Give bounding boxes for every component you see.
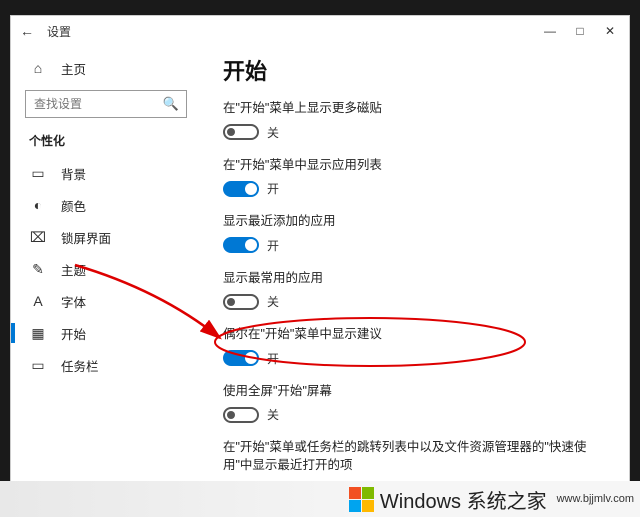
toggle-state: 开 <box>267 180 279 197</box>
toggle-state: 关 <box>267 293 279 310</box>
option-label: 偶尔在"开始"菜单中显示建议 <box>223 326 607 344</box>
sidebar-item-label: 锁屏界面 <box>61 228 111 247</box>
sidebar: ⌂ 主页 🔍 个性化 ▭ 背景 ◐ 颜色 ⌧ 锁屏界面 ✎ 主题 <box>11 46 201 496</box>
theme-icon: ✎ <box>29 261 47 278</box>
main-panel: 开始 在"开始"菜单上显示更多磁贴 关 在"开始"菜单中显示应用列表 开 显示最… <box>201 46 629 496</box>
windows-logo-icon <box>349 487 374 512</box>
toggle-state: 开 <box>267 237 279 254</box>
sidebar-item-fonts[interactable]: A 字体 <box>11 285 201 317</box>
sidebar-item-taskbar[interactable]: ▭ 任务栏 <box>11 349 201 381</box>
toggle-most-used[interactable] <box>223 294 259 310</box>
option-label: 在"开始"菜单中显示应用列表 <box>223 157 607 175</box>
sidebar-home-label: 主页 <box>61 59 86 78</box>
watermark-text: Windows 系统之家 <box>380 485 547 514</box>
toggle-fullscreen-start[interactable] <box>223 407 259 423</box>
close-button[interactable]: ✕ <box>595 24 625 38</box>
option-label: 在"开始"菜单上显示更多磁贴 <box>223 100 607 118</box>
minimize-button[interactable]: — <box>535 24 565 38</box>
sidebar-item-lockscreen[interactable]: ⌧ 锁屏界面 <box>11 221 201 253</box>
window-title: 设置 <box>47 23 71 40</box>
option-more-tiles: 在"开始"菜单上显示更多磁贴 关 <box>223 100 607 141</box>
search-icon: 🔍 <box>163 96 179 112</box>
palette-icon: ◐ <box>29 197 47 213</box>
sidebar-item-label: 任务栏 <box>61 356 99 375</box>
sidebar-item-themes[interactable]: ✎ 主题 <box>11 253 201 285</box>
sidebar-item-label: 主题 <box>61 260 86 279</box>
toggle-state: 关 <box>267 124 279 141</box>
maximize-button[interactable]: □ <box>565 24 595 38</box>
toggle-recently-added[interactable] <box>223 237 259 253</box>
sidebar-item-label: 背景 <box>61 164 86 183</box>
toggle-state: 开 <box>267 350 279 367</box>
start-icon: ▦ <box>29 325 47 342</box>
option-suggestions: 偶尔在"开始"菜单中显示建议 开 <box>223 326 607 367</box>
watermark-sub: www.bjjmlv.com <box>557 493 634 505</box>
sidebar-item-start[interactable]: ▦ 开始 <box>11 317 201 349</box>
option-label: 使用全屏"开始"屏幕 <box>223 383 607 401</box>
option-most-used: 显示最常用的应用 关 <box>223 270 607 311</box>
settings-window: ← 设置 — □ ✕ ⌂ 主页 🔍 个性化 ▭ 背景 ◐ 颜色 <box>10 15 630 497</box>
taskbar-icon: ▭ <box>29 357 47 374</box>
sidebar-section-label: 个性化 <box>11 128 201 157</box>
search-wrap: 🔍 <box>25 90 187 118</box>
option-label: 显示最近添加的应用 <box>223 213 607 231</box>
option-app-list: 在"开始"菜单中显示应用列表 开 <box>223 157 607 198</box>
back-button[interactable]: ← <box>15 23 39 39</box>
watermark-bar: Windows 系统之家 www.bjjmlv.com <box>0 481 640 517</box>
page-heading: 开始 <box>223 54 607 86</box>
titlebar: ← 设置 — □ ✕ <box>11 16 629 46</box>
option-fullscreen-start: 使用全屏"开始"屏幕 关 <box>223 383 607 424</box>
option-label: 在"开始"菜单或任务栏的跳转列表中以及文件资源管理器的"快速使用"中显示最近打开… <box>223 439 607 474</box>
sidebar-item-label: 字体 <box>61 292 86 311</box>
sidebar-item-colors[interactable]: ◐ 颜色 <box>11 189 201 221</box>
option-recently-added: 显示最近添加的应用 开 <box>223 213 607 254</box>
lockscreen-icon: ⌧ <box>29 229 47 246</box>
font-icon: A <box>29 293 47 309</box>
toggle-more-tiles[interactable] <box>223 124 259 140</box>
toggle-app-list[interactable] <box>223 181 259 197</box>
sidebar-item-label: 颜色 <box>61 196 86 215</box>
home-icon: ⌂ <box>29 60 47 76</box>
toggle-state: 关 <box>267 406 279 423</box>
sidebar-home[interactable]: ⌂ 主页 <box>11 52 201 84</box>
sidebar-item-background[interactable]: ▭ 背景 <box>11 157 201 189</box>
sidebar-item-label: 开始 <box>61 324 86 343</box>
picture-icon: ▭ <box>29 165 47 182</box>
option-label: 显示最常用的应用 <box>223 270 607 288</box>
toggle-suggestions[interactable] <box>223 350 259 366</box>
